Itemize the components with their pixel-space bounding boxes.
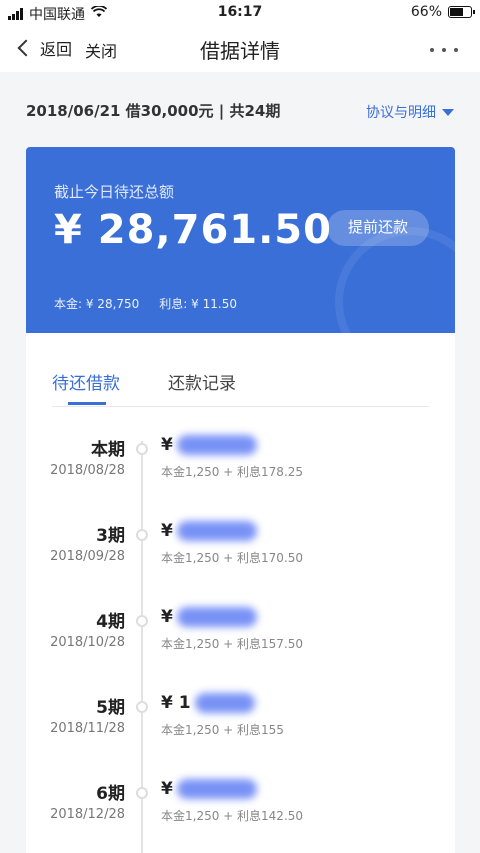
page-title: 借据详情 [200,39,280,63]
currency-symbol: ¥ [161,521,173,541]
timeline-dot [136,615,148,627]
tab-divider [52,406,429,407]
total-due-card: 截止今日待还总额 ¥ 28,761.50 提前还款 本金: ¥ 28,750 利… [26,147,455,333]
total-due-amount: ¥ 28,761.50 [54,207,332,253]
schedule-row[interactable]: 4期 2018/10/28 ¥ 本金1,250 + 利息157.50 [26,607,455,667]
due-date: 2018/12/28 [50,807,125,822]
protocol-label: 协议与明细 [366,105,436,121]
status-right: 66% [410,4,475,20]
schedule-panel: 待还借款 还款记录 本期 2018/08/28 ¥ 本金1,250 + 利息17… [26,333,455,853]
tab-repayment-records[interactable]: 还款记录 [168,369,236,394]
timeline-dot [136,701,148,713]
period-label: 本期 [91,440,125,460]
prepay-button[interactable]: 提前还款 [327,210,429,246]
status-bar: 中国联通 16:17 66% [0,0,480,26]
active-tab-indicator [68,402,106,405]
installment-breakdown: 本金1,250 + 利息178.25 [161,465,304,479]
due-date: 2018/11/28 [50,721,125,736]
currency-symbol: ¥ [161,435,173,455]
loan-summary: 2018/06/21 借30,000元 | 共24期 [26,102,281,120]
period-label: 3期 [96,526,125,546]
nav-bar: 返回 关闭 借据详情 [0,26,480,72]
installment-amount: ¥ [161,521,257,541]
blurred-amount [176,521,257,541]
schedule-row[interactable]: 5期 2018/11/28 ¥ 1 本金1,250 + 利息155 [26,693,455,753]
installment-breakdown: 本金1,250 + 利息142.50 [161,809,304,823]
installment-breakdown: 本金1,250 + 利息155 [161,723,284,737]
currency-symbol: ¥ 1 [161,693,191,713]
battery-icon [448,6,475,18]
blurred-amount [176,779,257,799]
timeline-dot [136,443,148,455]
installment-amount: ¥ [161,779,257,799]
blurred-amount [176,607,257,627]
period-label: 5期 [96,698,125,718]
principal-text: 本金: ¥ 28,750 [54,297,140,311]
tab-pending-loans[interactable]: 待还借款 [52,369,120,394]
schedule-row[interactable]: 本期 2018/08/28 ¥ 本金1,250 + 利息178.25 [26,435,455,495]
interest-text: 利息: ¥ 11.50 [159,297,237,311]
period-label: 6期 [96,784,125,804]
dropdown-triangle-icon [442,108,454,116]
schedule-row[interactable]: 6期 2018/12/28 ¥ 本金1,250 + 利息142.50 [26,779,455,839]
installment-amount: ¥ [161,435,257,455]
due-date: 2018/08/28 [50,463,125,478]
protocol-link[interactable]: 协议与明细 [366,102,454,122]
due-date: 2018/09/28 [50,549,125,564]
installment-breakdown: 本金1,250 + 利息157.50 [161,637,304,651]
currency-symbol: ¥ [161,779,173,799]
blurred-amount [176,435,257,455]
blurred-amount [194,693,255,713]
battery-percent: 66% [410,4,442,20]
status-time: 16:17 [217,4,263,20]
timeline-dot [136,529,148,541]
installment-breakdown: 本金1,250 + 利息170.50 [161,551,304,565]
installment-amount: ¥ [161,607,257,627]
timeline-dot [136,787,148,799]
period-label: 4期 [96,612,125,632]
currency-symbol: ¥ [161,607,173,627]
total-due-label: 截止今日待还总额 [54,183,175,201]
more-icon[interactable] [430,48,458,52]
installment-amount: ¥ 1 [161,693,255,713]
tab-bar: 待还借款 还款记录 [26,333,455,407]
amount-breakdown: 本金: ¥ 28,750 利息: ¥ 11.50 [54,295,237,312]
schedule-row[interactable]: 3期 2018/09/28 ¥ 本金1,250 + 利息170.50 [26,521,455,581]
due-date: 2018/10/28 [50,635,125,650]
